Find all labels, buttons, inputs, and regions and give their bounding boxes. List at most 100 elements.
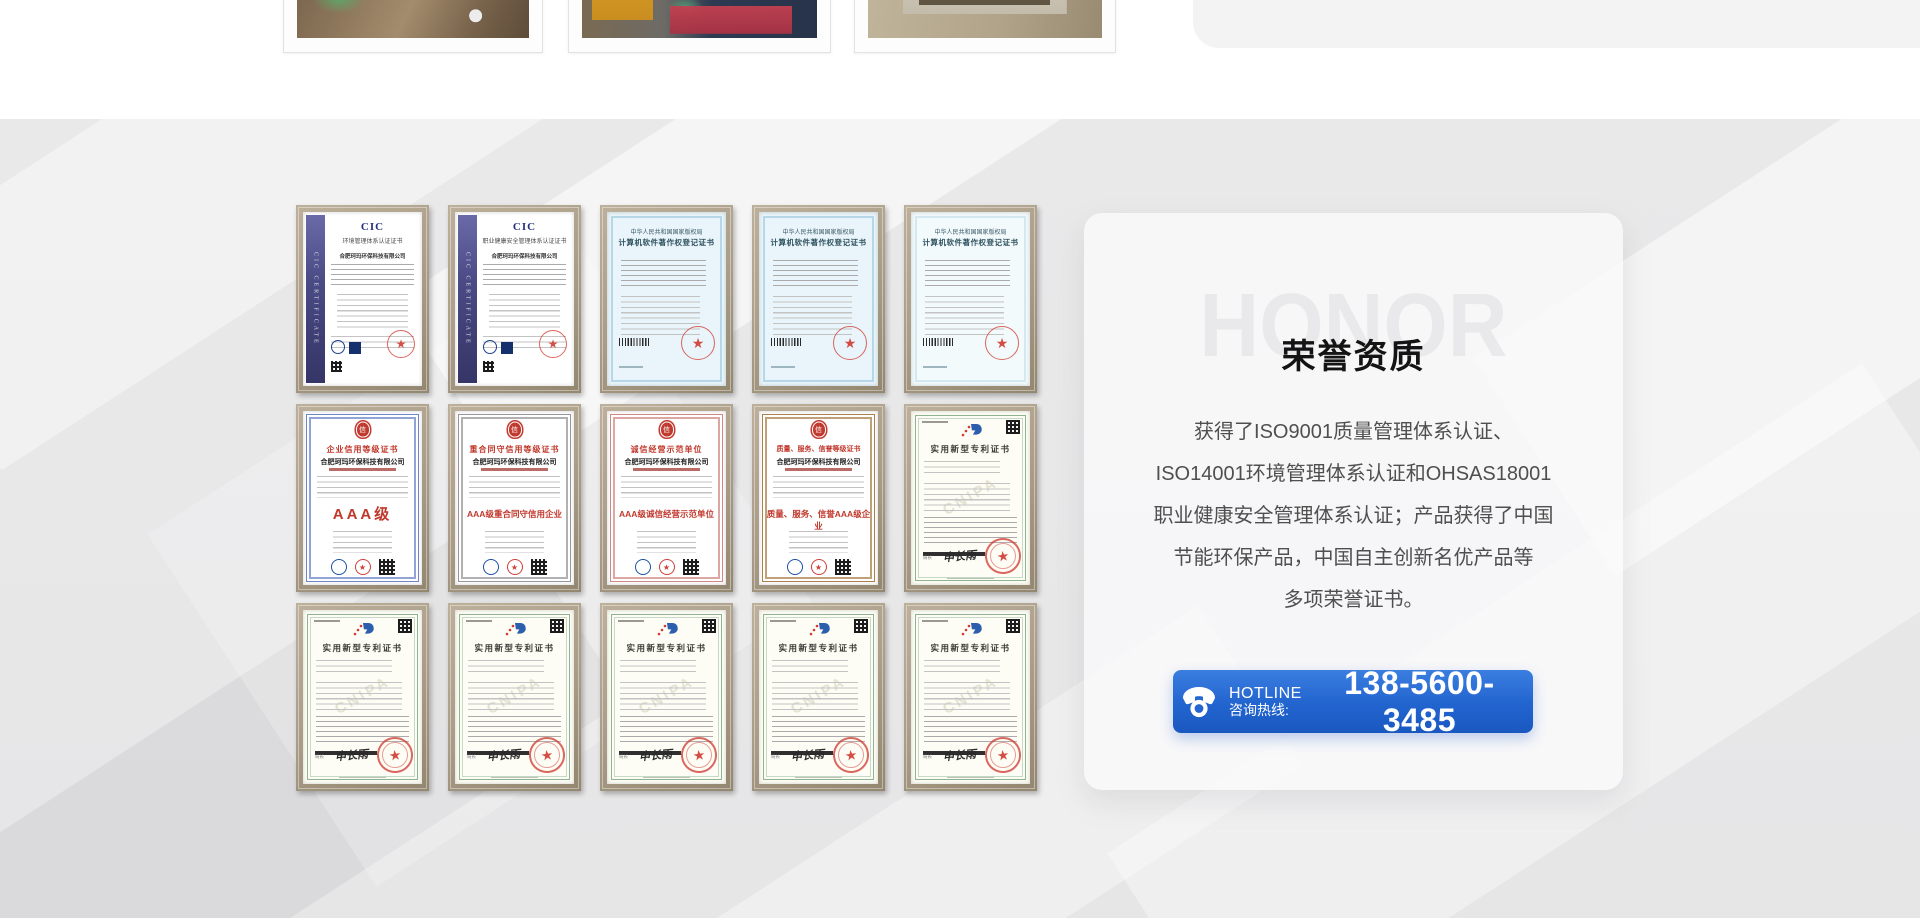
certificate-software-copyright[interactable]: 中华人民共和国国家版权局 计算机软件著作权登记证书 ★ <box>600 205 733 393</box>
signer-label: 局长 <box>771 753 780 760</box>
star-icon: ★ <box>815 563 822 572</box>
fine-print <box>773 476 864 498</box>
red-star-stamp: ★ <box>355 559 371 575</box>
certificate-title: 计算机软件著作权登记证书 <box>763 237 874 248</box>
qr-code <box>398 619 412 633</box>
cic-logo-text: CIC <box>477 221 572 233</box>
red-star-stamp: ★ <box>507 559 523 575</box>
cnipa-logo-icon <box>911 423 1030 438</box>
fine-print <box>485 531 544 553</box>
barcode <box>771 338 801 346</box>
gallery-photo-card[interactable] <box>854 0 1116 53</box>
fine-print <box>772 660 848 676</box>
signature: 申长雨 <box>334 746 368 765</box>
fine-print <box>620 682 706 710</box>
cnipa-watermark: CNIPA <box>611 658 723 732</box>
fine-print <box>489 294 560 328</box>
hotline-button[interactable]: HOTLINE 咨询热线: 138-5600-3485 <box>1173 670 1533 733</box>
hotline-label-zh: 咨询热线: <box>1229 703 1289 719</box>
construction-equipment-photo <box>582 0 817 38</box>
certificate-utility-patent[interactable]: 实用新型专利证书 CNIPA 局长 申长雨 ★ <box>448 603 581 791</box>
fine-print <box>620 660 696 676</box>
certificate-title: 计算机软件著作权登记证书 <box>611 237 722 248</box>
cic-side-band: CIC CERTIFICATE <box>458 215 477 383</box>
certificate-title: 企业信用等级证书 <box>309 444 416 455</box>
phone-icon <box>1179 685 1219 719</box>
footer-line <box>795 777 843 779</box>
credit-code-bar <box>329 468 396 471</box>
signer-label: 局长 <box>467 753 476 760</box>
certificate-credit-rating[interactable]: 信 企业信用等级证书 合肥珂玛环保科技有限公司 AAA级 ★ <box>296 404 429 592</box>
red-star-seal: ★ <box>985 326 1019 360</box>
description-line: 职业健康安全管理体系认证；产品获得了中国 <box>1084 495 1623 537</box>
star-icon: ★ <box>548 337 559 351</box>
certificate-utility-patent[interactable]: 实用新型专利证书 CNIPA 局长 申长雨 ★ <box>904 404 1037 592</box>
credit-badge-icon: 信 <box>810 420 827 439</box>
red-star-seal: ★ <box>983 536 1024 577</box>
certificate-page: 中华人民共和国国家版权局 计算机软件著作权登记证书 ★ <box>911 212 1030 386</box>
certificate-contract-credit[interactable]: 信 重合同守信用等级证书 合肥珂玛环保科技有限公司 AAA级重合同守信用企业 ★ <box>448 404 581 592</box>
footer-line <box>947 578 995 580</box>
certificate-iso-ohs[interactable]: CIC CERTIFICATE CIC 职业健康安全管理体系认证证书 合肥珂玛环… <box>448 205 581 393</box>
hotline-label-en: HOTLINE <box>1229 685 1302 703</box>
credit-foot-emblems: ★ <box>313 559 412 575</box>
fine-print <box>333 531 392 553</box>
certificate-utility-patent[interactable]: 实用新型专利证书 CNIPA 局长 申长雨 ★ <box>296 603 429 791</box>
barcode <box>923 338 953 346</box>
cic-round-logo <box>483 340 497 354</box>
certificate-software-copyright[interactable]: 中华人民共和国国家版权局 计算机软件著作权登记证书 ★ <box>752 205 885 393</box>
credit-foot-emblems: ★ <box>769 559 868 575</box>
concrete-pit-photo <box>868 0 1102 38</box>
star-icon: ★ <box>511 563 518 572</box>
top-right-panel <box>1193 0 1920 48</box>
credit-code-bar <box>633 468 700 471</box>
certificate-iso-environment[interactable]: CIC CERTIFICATE CIC 环境管理体系认证证书 合肥珂玛环保科技有… <box>296 205 429 393</box>
certificate-utility-patent[interactable]: 实用新型专利证书 CNIPA 局长 申长雨 ★ <box>600 603 733 791</box>
cnipa-watermark: CNIPA <box>763 658 875 732</box>
certificate-title: 实用新型专利证书 <box>307 642 418 654</box>
certificate-number <box>466 620 492 622</box>
page-title: 荣誉资质 <box>1084 329 1623 378</box>
certificate-grid: CIC CERTIFICATE CIC 环境管理体系认证证书 合肥珂玛环保科技有… <box>296 205 1044 791</box>
qr-code <box>854 619 868 633</box>
fine-print <box>924 517 1017 545</box>
star-icon: ★ <box>996 335 1009 352</box>
certificate-page: 实用新型专利证书 CNIPA 局长 申长雨 ★ <box>455 610 574 784</box>
certificate-page: 信 诚信经营示范单位 合肥珂玛环保科技有限公司 AAA级诚信经营示范单位 ★ <box>607 411 726 585</box>
fine-print <box>621 476 712 498</box>
star-icon: ★ <box>996 547 1011 566</box>
certificate-utility-patent[interactable]: 实用新型专利证书 CNIPA 局长 申长雨 ★ <box>904 603 1037 791</box>
red-star-seal: ★ <box>681 326 715 360</box>
signature: 申长雨 <box>942 547 976 566</box>
red-star-seal: ★ <box>375 735 416 776</box>
gallery-photo-card[interactable] <box>283 0 543 53</box>
fine-print <box>316 682 402 710</box>
fine-print <box>925 260 1010 288</box>
accreditation-mark <box>501 342 513 354</box>
qr-code <box>702 619 716 633</box>
certificate-number <box>619 366 643 368</box>
signature: 申长雨 <box>942 746 976 765</box>
red-star-seal: ★ <box>539 330 567 358</box>
certificate-quality-service[interactable]: 信 质量、服务、信誉等级证书 合肥珂玛环保科技有限公司 质量、服务、信誉AAA级… <box>752 404 885 592</box>
certificate-utility-patent[interactable]: 实用新型专利证书 CNIPA 局长 申长雨 ★ <box>752 603 885 791</box>
fine-print <box>773 260 858 288</box>
fine-print <box>772 716 865 744</box>
credit-round-logo <box>787 559 803 575</box>
issuing-authority: 中华人民共和国国家版权局 <box>917 227 1024 236</box>
signer-label: 局长 <box>923 554 932 561</box>
certificate-page: 信 企业信用等级证书 合肥珂玛环保科技有限公司 AAA级 ★ <box>303 411 422 585</box>
star-icon: ★ <box>388 746 403 765</box>
certificate-software-copyright[interactable]: 中华人民共和国国家版权局 计算机软件著作权登记证书 ★ <box>904 205 1037 393</box>
certificate-page: 实用新型专利证书 CNIPA 局长 申长雨 ★ <box>759 610 878 784</box>
company-name: 合肥珂玛环保科技有限公司 <box>459 457 570 467</box>
qr-code <box>835 559 851 575</box>
fine-print <box>924 461 1000 477</box>
redacted-bar <box>619 751 681 755</box>
certificate-title: 职业健康安全管理体系认证证书 <box>478 236 571 245</box>
signer-label: 局长 <box>315 753 324 760</box>
certificate-title: 实用新型专利证书 <box>915 642 1026 654</box>
gallery-photo-card[interactable] <box>568 0 831 53</box>
certificate-integrity-unit[interactable]: 信 诚信经营示范单位 合肥珂玛环保科技有限公司 AAA级诚信经营示范单位 ★ <box>600 404 733 592</box>
footer-line <box>339 777 387 779</box>
